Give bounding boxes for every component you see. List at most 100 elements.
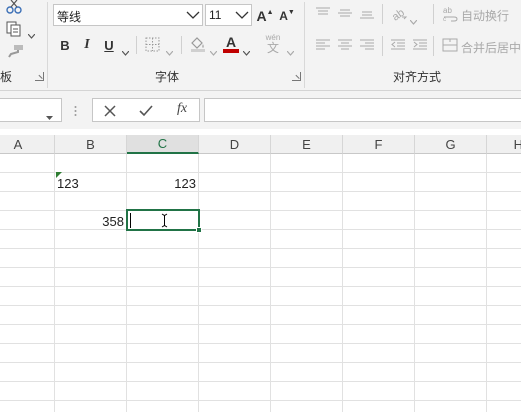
- name-box[interactable]: [0, 98, 62, 122]
- decrease-font-size-button[interactable]: A ▼: [278, 5, 296, 27]
- gridline: [270, 154, 271, 412]
- font-color-swatch: [223, 49, 239, 53]
- wrap-text-label[interactable]: 自动换行: [461, 7, 509, 24]
- formula-bar-grip-icon[interactable]: [74, 103, 77, 117]
- column-header-a[interactable]: A: [0, 135, 55, 154]
- formula-input[interactable]: [204, 98, 521, 122]
- orientation-icon[interactable]: ab: [390, 5, 408, 26]
- font-color-dropdown-icon[interactable]: [242, 43, 251, 61]
- gridline: [0, 381, 521, 382]
- font-name-combobox[interactable]: 等线: [53, 4, 203, 26]
- gridline: [0, 172, 521, 173]
- column-header-c[interactable]: C: [127, 135, 199, 154]
- italic-button[interactable]: I: [79, 34, 95, 56]
- gridline: [0, 305, 521, 306]
- gridline: [414, 154, 415, 412]
- excel-window: 板 等线 11 A ▲ A ▼ B I U A wén 文 字体 ab ab c…: [0, 0, 521, 412]
- svg-text:c: c: [443, 17, 446, 22]
- borders-icon[interactable]: [145, 37, 160, 57]
- column-header-g[interactable]: G: [415, 135, 487, 154]
- chevron-down-icon[interactable]: [46, 108, 53, 126]
- gridline: [0, 248, 521, 249]
- align-left-icon[interactable]: [315, 38, 331, 57]
- ribbon-separator: [433, 36, 434, 56]
- font-color-button[interactable]: A: [222, 33, 240, 55]
- gridline: [54, 154, 55, 412]
- column-header-f[interactable]: F: [343, 135, 415, 154]
- underline-button[interactable]: U: [101, 34, 117, 56]
- fill-handle[interactable]: [196, 227, 202, 233]
- gridline: [198, 154, 199, 412]
- gridline: [0, 286, 521, 287]
- column-header-h-label: H: [514, 137, 521, 152]
- group-separator: [47, 2, 48, 88]
- font-color-label: A: [225, 34, 237, 50]
- underline-dropdown-icon[interactable]: [121, 43, 130, 61]
- active-cell-c4[interactable]: [126, 209, 202, 233]
- phonetic-dropdown-icon[interactable]: [286, 43, 295, 61]
- clipboard-group-label: 板: [0, 70, 13, 84]
- clipboard-launcher-icon[interactable]: [35, 72, 44, 81]
- bottom-align-icon[interactable]: [359, 6, 375, 25]
- copy-dropdown-icon[interactable]: [27, 26, 36, 39]
- caret-down-icon: ▼: [287, 8, 295, 16]
- gridline: [0, 362, 521, 363]
- ribbon-separator: [382, 36, 383, 56]
- decrease-font-label: A: [279, 9, 288, 23]
- gridline: [486, 154, 487, 412]
- phonetic-guide-button[interactable]: wén 文: [262, 33, 284, 55]
- gridline: [0, 210, 521, 211]
- alignment-group-label: 对齐方式: [393, 70, 442, 84]
- align-right-icon[interactable]: [359, 38, 375, 57]
- insert-function-button[interactable]: fx: [177, 101, 187, 117]
- gridline: [0, 324, 521, 325]
- cancel-entry-icon[interactable]: [104, 104, 116, 122]
- align-center-icon[interactable]: [337, 38, 353, 57]
- font-launcher-icon[interactable]: [292, 72, 301, 81]
- worksheet-grid[interactable]: A B C D E F G H 123 123 3: [0, 135, 521, 412]
- merge-center-icon[interactable]: [442, 38, 458, 57]
- group-separator: [304, 2, 305, 88]
- borders-dropdown-icon[interactable]: [165, 43, 174, 61]
- font-size-combobox[interactable]: 11: [205, 4, 252, 26]
- column-header-d[interactable]: D: [199, 135, 271, 154]
- confirm-entry-icon[interactable]: [139, 104, 153, 122]
- format-painter-icon[interactable]: [6, 44, 24, 58]
- cell-b4[interactable]: 358: [56, 212, 124, 231]
- ribbon-separator: [382, 4, 383, 24]
- i-beam-cursor-icon: [161, 213, 168, 233]
- column-header-h[interactable]: H: [487, 135, 521, 154]
- copy-icon[interactable]: [6, 21, 22, 37]
- ribbon-separator: [136, 36, 137, 54]
- formula-bar: fx: [0, 91, 521, 129]
- font-name-value: 等线: [57, 10, 82, 24]
- gridline: [0, 400, 521, 401]
- increase-indent-icon[interactable]: [412, 38, 428, 57]
- bold-button[interactable]: B: [57, 34, 73, 56]
- chevron-down-icon[interactable]: [234, 8, 250, 22]
- phonetic-char-label: 文: [266, 40, 279, 55]
- fill-color-dropdown-icon[interactable]: [209, 43, 218, 61]
- cell-b2[interactable]: 123: [57, 174, 125, 193]
- ribbon: 板 等线 11 A ▲ A ▼ B I U A wén 文 字体 ab ab c…: [0, 0, 521, 91]
- cell-c2[interactable]: 123: [127, 174, 196, 193]
- orientation-dropdown-icon[interactable]: [409, 12, 418, 30]
- middle-align-icon[interactable]: [337, 6, 353, 25]
- fill-color-icon[interactable]: [189, 35, 207, 57]
- bold-label: B: [60, 37, 70, 53]
- gridline: [342, 154, 343, 412]
- ribbon-separator: [433, 4, 434, 24]
- decrease-indent-icon[interactable]: [390, 38, 406, 57]
- increase-font-size-button[interactable]: A ▲: [256, 5, 274, 27]
- font-group-label: 字体: [155, 70, 180, 84]
- chevron-down-icon[interactable]: [185, 8, 201, 22]
- wrap-text-icon[interactable]: ab c: [442, 5, 458, 27]
- top-align-icon[interactable]: [315, 6, 331, 25]
- merge-center-label[interactable]: 合并后居中: [461, 39, 521, 56]
- column-header-e[interactable]: E: [271, 135, 343, 154]
- cut-icon[interactable]: [6, 0, 22, 14]
- gridline: [0, 343, 521, 344]
- column-header-b[interactable]: B: [55, 135, 127, 154]
- font-size-value: 11: [209, 8, 222, 22]
- svg-text:ab: ab: [443, 6, 452, 15]
